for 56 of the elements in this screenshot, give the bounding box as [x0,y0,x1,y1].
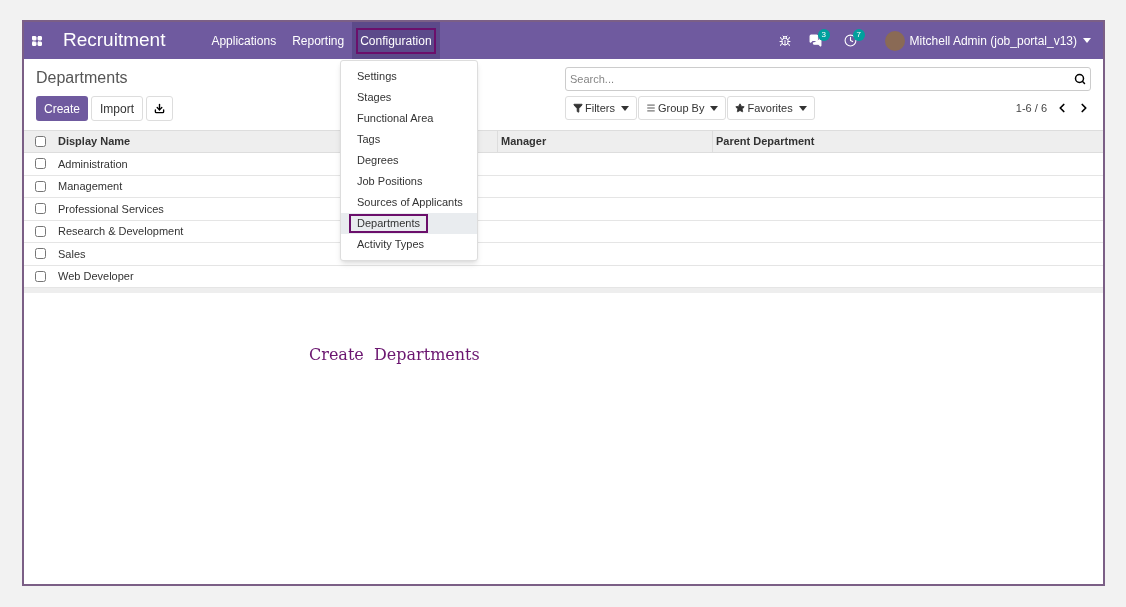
table-cell-text: Professional Services [57,201,164,217]
dropdown-item[interactable]: Sources of Applicants [341,192,477,213]
app-title: Recruitment [63,28,166,53]
caret-icon [620,105,629,111]
bug-icon[interactable] [778,34,791,47]
annotation-caption: Create Departments [309,345,480,364]
row-checkbox[interactable] [34,158,46,170]
filter-dropdown-button[interactable]: Group By [637,96,727,120]
star-icon [735,103,746,113]
dropdown-item[interactable]: Settings [341,66,477,87]
filter-icon [573,103,583,113]
row-checkbox[interactable] [34,180,46,192]
breadcrumb-title: Departments [36,68,129,88]
table-cell-text: Research & Development [57,224,184,239]
table-cell-text: Sales [57,246,86,262]
download-button[interactable] [146,96,174,121]
column-header[interactable]: Parent Department [716,133,815,150]
row-checkbox[interactable] [34,225,46,237]
search-icon[interactable] [1074,73,1086,85]
filter-dropdown-button[interactable]: Filters [565,96,637,120]
nav-menu-item[interactable]: Applications [203,22,285,59]
list-icon [645,103,656,113]
filter-dropdown-button[interactable]: Favorites [727,96,815,120]
dropdown-item[interactable]: Job Positions [341,171,477,192]
dropdown-item[interactable]: Stages [341,87,477,108]
table-cell-text: Web Developer [57,269,134,284]
activity-count-badge: 7 [852,29,866,41]
user-menu[interactable]: Mitchell Admin (job_portal_v13) [909,31,1091,50]
row-checkbox[interactable] [34,248,46,260]
message-count-badge: 3 [817,29,831,41]
select-all-checkbox[interactable] [34,136,46,147]
nav-menu-item[interactable]: Configuration [352,22,440,59]
dropdown-item[interactable]: Functional Area [341,108,477,129]
caret-icon [710,105,719,111]
apps-menu-icon[interactable] [31,34,43,47]
nav-menu-item[interactable]: Reporting [284,22,353,59]
dropdown-item[interactable]: Departments [341,213,477,234]
row-checkbox[interactable] [34,203,46,215]
dropdown-item[interactable]: Activity Types [341,234,477,255]
create-button[interactable]: Create [36,96,89,121]
caret-icon [798,105,807,111]
column-header[interactable]: Display Name [58,135,131,148]
row-checkbox[interactable] [34,270,46,282]
pager-text: 1-6 / 6 [1015,100,1047,116]
messages-icon[interactable] [808,34,822,47]
dropdown-item[interactable]: Degrees [341,150,477,171]
table-cell-text: Administration [57,156,128,172]
dropdown-item[interactable]: Tags [341,129,477,150]
search-bar[interactable]: Search... [565,67,1091,91]
download-icon [154,103,166,114]
import-button[interactable]: Import [91,96,144,121]
table-cell-text: Management [57,179,123,194]
search-input[interactable]: Search... [570,70,1074,88]
clock-icon[interactable] [843,34,857,47]
column-header[interactable]: Manager [501,133,547,150]
caret-icon [1083,38,1091,43]
